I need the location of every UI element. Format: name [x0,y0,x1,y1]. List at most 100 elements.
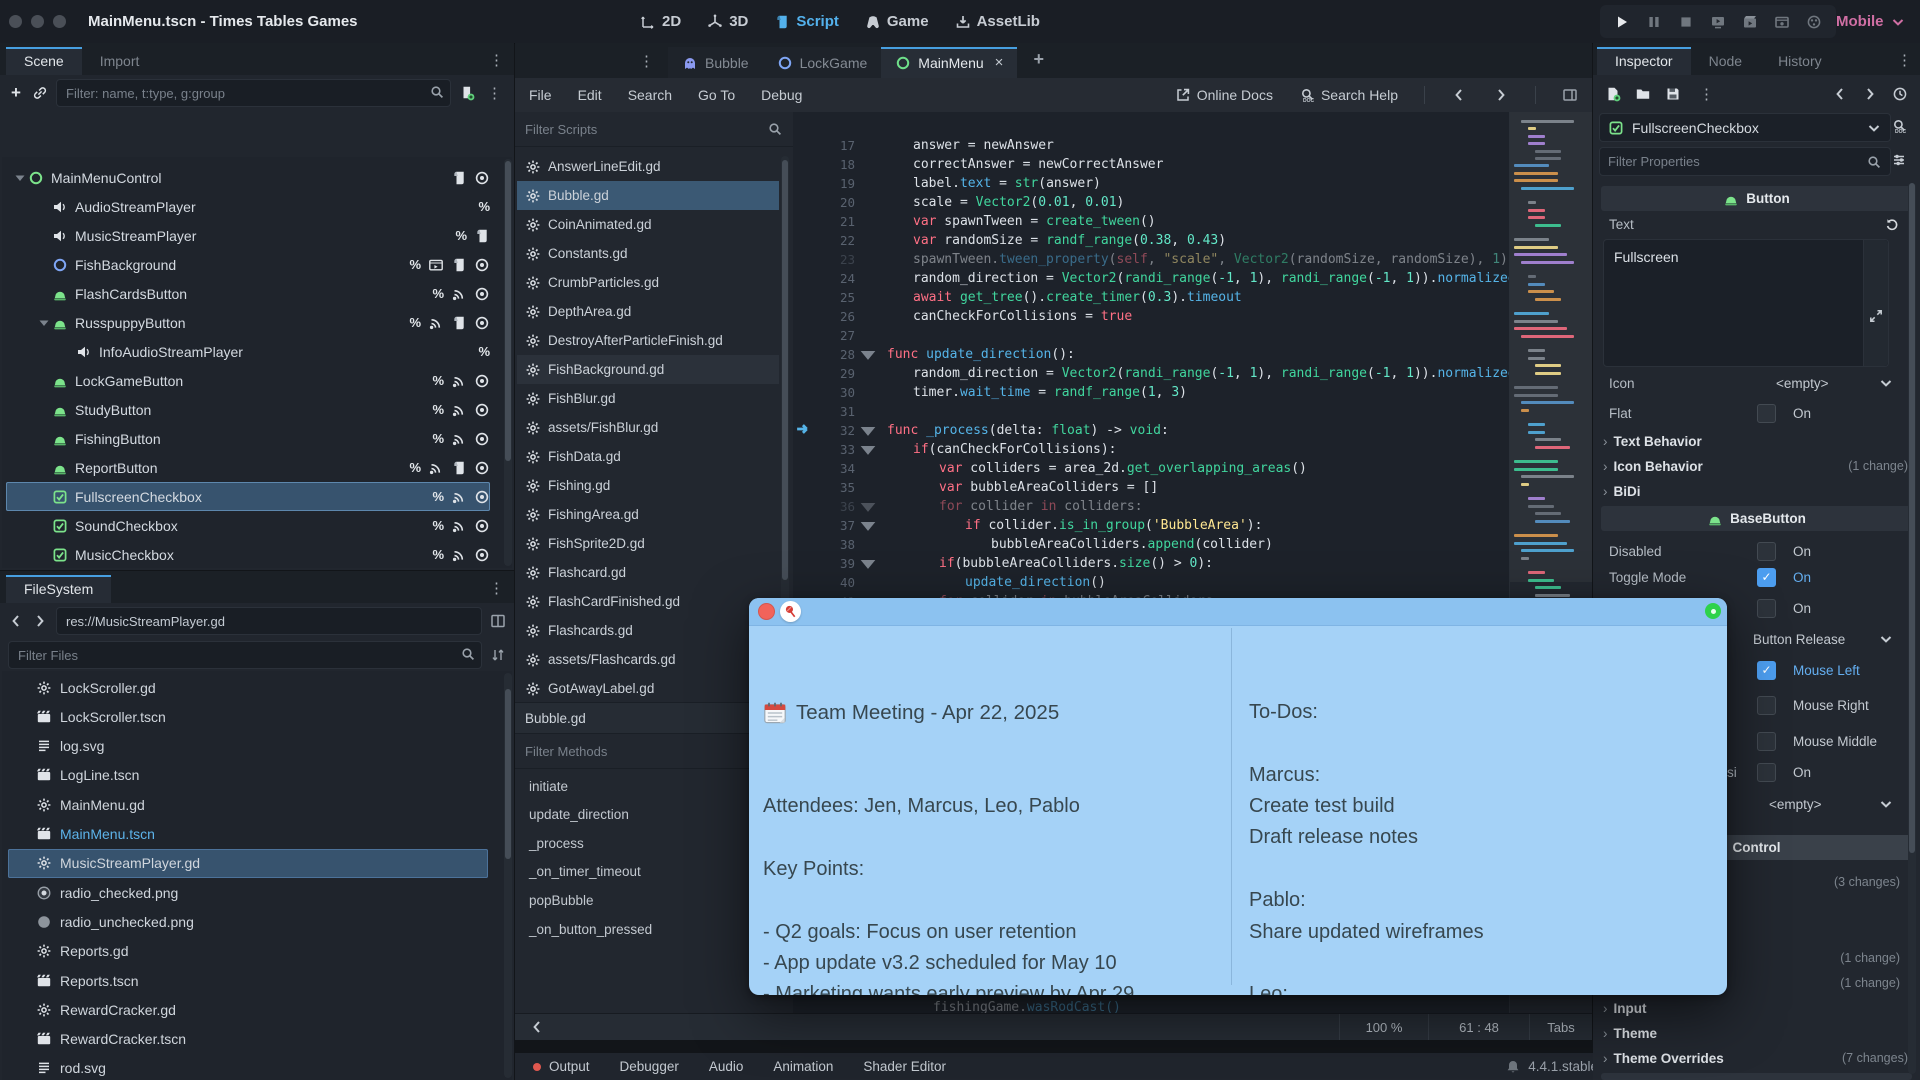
open-script-icon[interactable] [451,257,467,273]
scene-node-FlashCardsButton[interactable]: FlashCardsButton% [6,279,490,308]
new-tab-button[interactable]: + [1033,49,1044,70]
scene-node-FishingButton[interactable]: FishingButton% [6,424,490,453]
visibility-icon[interactable] [474,547,490,563]
file-log.svg[interactable]: log.svg [8,732,488,761]
group-text-behavior[interactable]: ›Text Behavior [1603,429,1908,453]
script-item-FishingArea.gd[interactable]: FishingArea.gd [517,500,779,529]
file-Reports.tscn[interactable]: Reports.tscn [8,966,488,995]
file-LockScroller.tscn[interactable]: LockScroller.tscn [8,702,488,731]
signal-icon[interactable] [451,431,467,447]
section-button[interactable]: Button [1601,186,1912,211]
script-item-FishBackground.gd[interactable]: FishBackground.gd [517,355,779,384]
tab-filesystem[interactable]: FileSystem [6,575,111,603]
tab-list-menu-icon[interactable]: ⋮ [635,52,658,70]
file-RewardCracker.gd[interactable]: RewardCracker.gd [8,995,488,1024]
mouse-right-checkbox[interactable] [1757,696,1776,715]
visibility-icon[interactable] [474,431,490,447]
bottom-tab-shader-editor[interactable]: Shader Editor [863,1059,946,1074]
visibility-icon[interactable] [474,518,490,534]
fold-icon[interactable] [855,437,881,463]
attach-script-icon[interactable] [459,85,475,101]
keep-pressed-checkbox[interactable] [1757,763,1776,782]
script-item-CrumbParticles.gd[interactable]: CrumbParticles.gd [517,268,779,297]
movie-maker-button-icon[interactable] [1774,14,1790,30]
script-history-back-icon[interactable] [1451,87,1467,103]
note-left-column[interactable]: Team Meeting - Apr 22, 2025 Attendees: J… [763,634,1223,987]
traffic-light-icon[interactable] [53,15,66,28]
cursor-position[interactable]: 61 : 48 [1429,1020,1529,1035]
script-history-forward-icon[interactable] [1493,87,1509,103]
play-button-icon[interactable] [1614,14,1630,30]
tree-expand-icon[interactable] [36,315,52,331]
script-item-CoinAnimated.gd[interactable]: CoinAnimated.gd [517,210,779,239]
menu-file[interactable]: File [529,87,552,103]
bottom-tab-animation[interactable]: Animation [773,1059,833,1074]
group-theme-overrides[interactable]: ›Theme Overrides(7 changes) [1603,1046,1908,1070]
selected-node-selector[interactable]: FullscreenCheckbox [1599,113,1891,142]
open-script-icon[interactable] [474,228,490,244]
signal-icon[interactable] [428,315,444,331]
link-search-help[interactable]: DOCSearch Help [1299,87,1398,103]
file-LogLine.tscn[interactable]: LogLine.tscn [8,761,488,790]
tab-scene[interactable]: Scene [6,47,82,75]
file-list-scrollbar[interactable] [504,673,512,1078]
stop-button-icon[interactable] [1678,14,1694,30]
script-item-AnswerLineEdit.gd[interactable]: AnswerLineEdit.gd [517,152,779,181]
history-back-icon[interactable] [1832,86,1848,102]
visibility-icon[interactable] [474,170,490,186]
scene-node-ReportButton[interactable]: ReportButton% [6,453,490,482]
text-value-editor[interactable]: Fullscreen [1603,239,1889,367]
pressed-checkbox[interactable] [1757,599,1776,618]
open-docs-icon[interactable]: DOC [1891,118,1907,134]
sticky-note-window[interactable]: Team Meeting - Apr 22, 2025 Attendees: J… [749,598,1727,995]
group-bidi[interactable]: ›BiDi [1603,479,1908,503]
file-MainMenu.tscn[interactable]: MainMenu.tscn [8,820,488,849]
visibility-icon[interactable] [474,373,490,389]
signal-icon[interactable] [451,373,467,389]
signal-icon[interactable] [451,518,467,534]
link-online-docs[interactable]: Online Docs [1175,87,1273,103]
mouse-left-checkbox[interactable]: ✓ [1757,661,1776,680]
history-forward-icon[interactable] [1862,86,1878,102]
tree-expand-icon[interactable] [12,170,28,186]
chevron-down-icon[interactable] [1878,631,1894,647]
icon-value[interactable]: <empty> [1776,376,1829,391]
file-MainMenu.gd[interactable]: MainMenu.gd [8,790,488,819]
scene-node-FullscreenCheckbox[interactable]: FullscreenCheckbox% [6,482,490,511]
scene-node-AudioStreamPlayer[interactable]: AudioStreamPlayer% [6,192,490,221]
property-tools-icon[interactable] [1891,152,1907,168]
traffic-light-icon[interactable] [9,15,22,28]
fold-icon[interactable] [855,551,881,577]
dock-menu-icon[interactable]: ⋮ [1893,51,1916,69]
signal-icon[interactable] [451,402,467,418]
chevron-down-icon[interactable] [1878,796,1894,812]
file-MusicStreamPlayer.gd[interactable]: MusicStreamPlayer.gd [8,849,488,878]
play-custom-button-icon[interactable] [1742,14,1758,30]
scene-filter-input[interactable] [56,79,451,107]
expand-text-icon[interactable] [1868,308,1884,324]
file-Reports.gd[interactable]: Reports.gd [8,937,488,966]
visibility-icon[interactable] [474,460,490,476]
renderer-button-icon[interactable] [1806,14,1822,30]
open-script-icon[interactable] [451,170,467,186]
collapse-panel-icon[interactable] [529,1019,545,1035]
visibility-icon[interactable] [474,286,490,302]
notifications-bell-icon[interactable] [1505,1059,1521,1075]
sticky-note-titlebar[interactable] [749,598,1727,626]
play-scene-button-icon[interactable] [1710,14,1726,30]
tab-import[interactable]: Import [82,47,158,75]
group-input[interactable]: ›Input [1603,996,1908,1020]
fold-icon[interactable] [855,342,881,368]
scene-node-MusicStreamPlayer[interactable]: MusicStreamPlayer% [6,221,490,250]
section-basebutton[interactable]: BaseButton [1601,506,1912,531]
scene-tree-menu-icon[interactable]: ⋮ [483,84,506,102]
group-theme[interactable]: ›Theme [1603,1021,1908,1045]
dock-menu-icon[interactable]: ⋮ [485,51,508,69]
nav-forward-icon[interactable] [32,613,48,629]
unique-name-icon[interactable] [428,257,444,273]
workspace-tab-script[interactable]: Script [774,13,839,30]
note-right-column[interactable]: To-Dos:Marcus:Create test buildDraft rel… [1249,634,1719,987]
menu-edit[interactable]: Edit [578,87,602,103]
dock-menu-icon[interactable]: ⋮ [485,579,508,597]
instance-scene-icon[interactable] [32,85,48,101]
